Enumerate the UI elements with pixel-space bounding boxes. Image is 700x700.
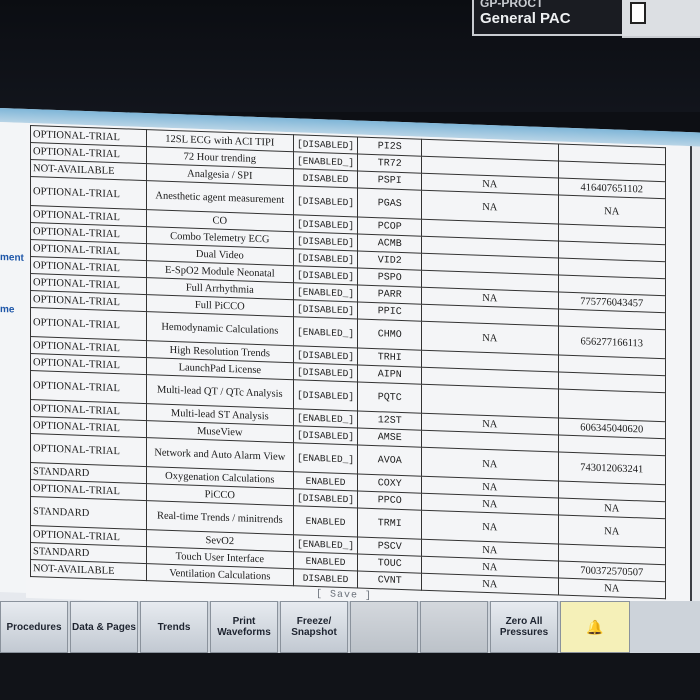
status-cell: OPTIONAL-TRIAL: [30, 433, 147, 467]
code-cell: PPIC: [357, 302, 422, 322]
na-cell: NA: [421, 190, 559, 224]
code-cell: PI2S: [357, 137, 422, 157]
left-menu-label-2[interactable]: me: [0, 304, 14, 316]
trends-button[interactable]: Trends: [140, 601, 208, 653]
disabled-button-1: [350, 601, 418, 653]
header-line-2: General PAC: [480, 10, 571, 27]
disabled-button-2: [420, 601, 488, 653]
code-cell: PPCO: [357, 491, 422, 511]
status-cell: OPTIONAL-TRIAL: [30, 370, 147, 404]
state-cell: ENABLED: [293, 505, 358, 538]
code-cell: PSPO: [357, 268, 422, 288]
na-cell: NA: [421, 321, 559, 355]
procedures-button[interactable]: Procedures: [0, 601, 68, 653]
code-cell: TRMI: [357, 508, 422, 540]
status-cell: NOT-AVAILABLE: [30, 559, 147, 581]
code-cell: COXY: [357, 474, 422, 494]
licence-options-dialog: OPTIONAL-TRIAL 12SL ECG with ACI TIPI [DIS…: [26, 122, 692, 622]
bottom-toolbar: Procedures Data & Pages Trends Print Wav…: [0, 601, 700, 653]
state-cell: [ENABLED_]: [293, 442, 358, 475]
key-cell: NA: [558, 514, 666, 548]
data-pages-button[interactable]: Data & Pages: [70, 601, 138, 653]
code-cell: PSCV: [357, 537, 422, 557]
freeze-snapshot-label: Freeze/ Snapshot: [291, 616, 337, 638]
code-cell: CHMO: [357, 319, 422, 351]
state-cell: [DISABLED]: [293, 185, 358, 218]
code-cell: AVOA: [357, 445, 422, 477]
code-cell: TOUC: [357, 554, 422, 574]
state-cell: DISABLED: [293, 568, 358, 589]
trends-label: Trends: [157, 621, 191, 633]
status-cell: STANDARD: [30, 496, 147, 530]
code-cell: AIPN: [357, 365, 422, 385]
status-cell: OPTIONAL-TRIAL: [30, 176, 147, 210]
code-cell: PQTC: [357, 382, 422, 414]
data-pages-label: Data & Pages: [72, 621, 136, 633]
alarm-bell-icon[interactable]: 🔔: [560, 601, 630, 653]
key-cell: [558, 388, 666, 422]
key-cell: NA: [558, 577, 666, 599]
code-cell: TRHI: [357, 348, 422, 368]
code-cell: ACMB: [357, 234, 422, 254]
code-cell: PSPI: [357, 171, 422, 191]
header-indicator-icon: [630, 2, 646, 24]
na-cell: [421, 384, 559, 418]
key-cell: 743012063241: [558, 451, 666, 485]
na-cell: NA: [421, 573, 559, 595]
print-waveforms-label: Print Waveforms: [217, 616, 271, 638]
code-cell: AMSE: [357, 428, 422, 448]
na-cell: NA: [421, 510, 559, 544]
code-cell: TR72: [357, 154, 422, 174]
header-info-box: GP-PROCT General PAC: [472, 0, 622, 36]
na-cell: NA: [421, 447, 559, 481]
code-cell: PCOP: [357, 217, 422, 237]
options-table: OPTIONAL-TRIAL 12SL ECG with ACI TIPI [DIS…: [30, 125, 666, 599]
zero-all-pressures-button[interactable]: Zero All Pressures: [490, 601, 558, 653]
header-side-panel: [622, 0, 700, 38]
code-cell: PARR: [357, 285, 422, 305]
zero-all-pressures-label: Zero All Pressures: [499, 616, 549, 638]
code-cell: PGAS: [357, 188, 422, 220]
print-waveforms-button[interactable]: Print Waveforms: [210, 601, 278, 653]
left-menu-panel: ment me: [0, 122, 27, 593]
state-cell: [ENABLED_]: [293, 316, 358, 349]
code-cell: CVNT: [357, 571, 422, 591]
status-cell: OPTIONAL-TRIAL: [30, 307, 147, 341]
code-cell: 12ST: [357, 411, 422, 431]
code-cell: VID2: [357, 251, 422, 271]
procedures-label: Procedures: [6, 621, 62, 633]
state-cell: [DISABLED]: [293, 379, 358, 412]
key-cell: 656277166113: [558, 325, 666, 359]
freeze-snapshot-button[interactable]: Freeze/ Snapshot: [280, 601, 348, 653]
left-menu-label-1[interactable]: ment: [0, 252, 24, 264]
monitor-bezel-bottom: [0, 653, 700, 700]
key-cell: NA: [558, 194, 666, 228]
